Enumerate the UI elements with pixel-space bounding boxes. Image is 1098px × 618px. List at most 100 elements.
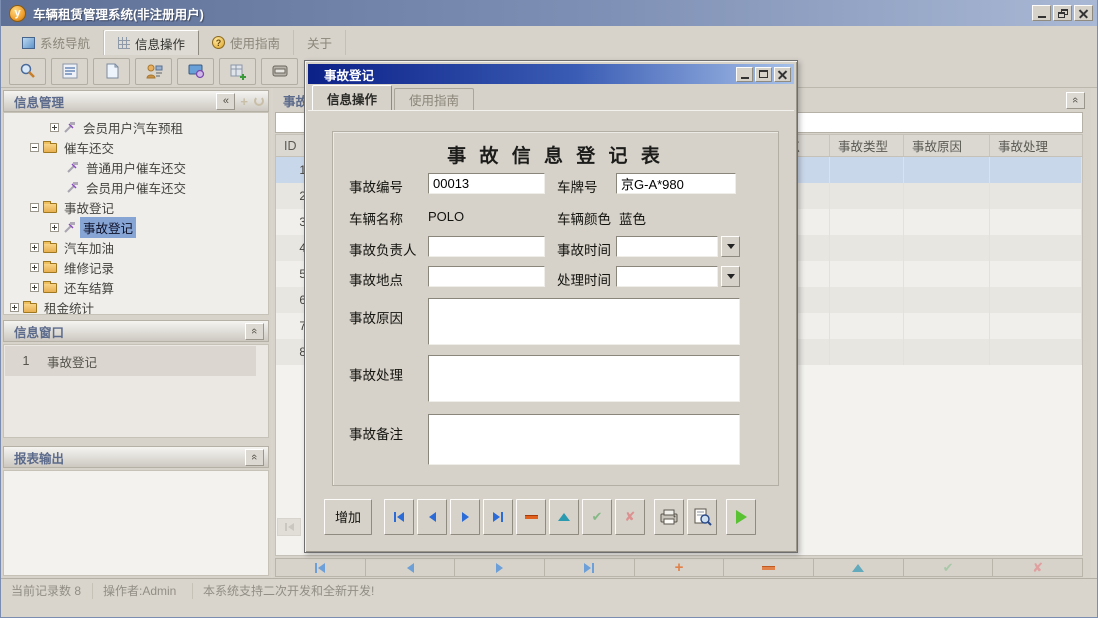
tree-item-label[interactable]: 还车结算	[61, 277, 117, 298]
nav-prev-button[interactable]	[366, 559, 456, 576]
new-document-button[interactable]	[93, 58, 130, 85]
nav-edit-button[interactable]	[814, 559, 904, 576]
status-message: 本系统支持二次开发和全新开发!	[193, 583, 384, 599]
collapse-left-button[interactable]: «	[216, 93, 235, 110]
handling-textarea[interactable]	[428, 355, 740, 402]
expand-icon[interactable]	[30, 243, 39, 252]
tree-item[interactable]: 汽车加油	[4, 237, 268, 257]
minimize-button[interactable]	[1032, 5, 1051, 21]
collapse-minus-icon[interactable]	[30, 143, 39, 152]
delete-record-button[interactable]	[516, 499, 546, 535]
tree-item-label[interactable]: 租金统计	[41, 297, 97, 316]
last-record-button[interactable]	[483, 499, 513, 535]
collapse-minus-icon[interactable]	[30, 203, 39, 212]
tree-item-label[interactable]: 维修记录	[61, 257, 117, 278]
prev-record-button[interactable]	[417, 499, 447, 535]
cause-textarea[interactable]	[428, 298, 740, 345]
tree-item-label[interactable]: 会员用户汽车预租	[80, 117, 186, 138]
nav-last-button[interactable]	[545, 559, 635, 576]
tree-item[interactable]: 会员用户汽车预租	[4, 117, 268, 137]
add-button[interactable]: 增加	[324, 499, 372, 535]
tree-item-label[interactable]: 催车还交	[61, 137, 117, 158]
nav-cancel-button[interactable]: ✘	[993, 559, 1082, 576]
info-window-row[interactable]: 1 事故登记	[5, 346, 256, 376]
nav-next-button[interactable]	[455, 559, 545, 576]
delete-record-icon	[525, 515, 538, 519]
close-button[interactable]	[1074, 5, 1093, 21]
operator: 操作者:Admin	[93, 583, 193, 599]
folder-icon	[23, 303, 37, 313]
monitor-search-button[interactable]	[177, 58, 214, 85]
column-header[interactable]: 事故类型	[830, 135, 904, 156]
form-title: 事 故 信 息 登 记 表	[333, 141, 778, 168]
dialog-tab-user-guide[interactable]: 使用指南	[394, 88, 474, 110]
collapse-up-button[interactable]: «	[245, 449, 264, 466]
collapse-up-button[interactable]: «	[245, 323, 264, 340]
dialog-maximize-button[interactable]	[755, 67, 772, 82]
dialog-minimize-button[interactable]	[736, 67, 753, 82]
post-record-button[interactable]: ✔	[582, 499, 612, 535]
location-label: 事故地点	[349, 269, 403, 289]
user-report-button[interactable]	[135, 58, 172, 85]
tree-item-label[interactable]: 汽车加油	[61, 237, 117, 258]
plate-no-input[interactable]	[616, 173, 736, 194]
print-button[interactable]	[654, 499, 684, 535]
next-record-button[interactable]	[450, 499, 480, 535]
expand-icon[interactable]	[10, 303, 19, 312]
tree-item-label[interactable]: 事故登记	[80, 217, 136, 238]
table-add-button[interactable]	[219, 58, 256, 85]
handle-time-dropdown-button[interactable]	[721, 266, 740, 287]
preview-button[interactable]	[687, 499, 717, 535]
vehicle-name-label: 车辆名称	[349, 208, 403, 228]
app-logo-icon: y	[9, 5, 26, 22]
expand-icon[interactable]	[30, 283, 39, 292]
column-header[interactable]: 事故原因	[904, 135, 990, 156]
responsible-input[interactable]	[428, 236, 545, 257]
tree-item[interactable]: 还车结算	[4, 277, 268, 297]
tree-item-selected[interactable]: 事故登记	[4, 217, 268, 237]
accident-no-input[interactable]	[428, 173, 545, 194]
post-record-icon: ✔	[943, 561, 954, 574]
accident-time-dropdown-button[interactable]	[721, 236, 740, 257]
dialog-close-button[interactable]	[774, 67, 791, 82]
remark-textarea[interactable]	[428, 414, 740, 465]
tab-info-operation[interactable]: 信息操作	[104, 30, 199, 55]
window-title: 车辆租赁管理系统(非注册用户)	[33, 4, 1030, 23]
tree-item[interactable]: 普通用户催车还交	[4, 157, 268, 177]
dialog-tab-info-operation[interactable]: 信息操作	[312, 85, 392, 110]
tree-item[interactable]: 催车还交	[4, 137, 268, 157]
tree-item[interactable]: 事故登记	[4, 197, 268, 217]
expand-icon[interactable]	[50, 123, 59, 132]
restore-button[interactable]	[1053, 5, 1072, 21]
tab-system-nav[interactable]: 系统导航	[9, 30, 104, 55]
handle-time-input[interactable]	[616, 266, 718, 287]
tree-item[interactable]: 会员用户催车还交	[4, 177, 268, 197]
expand-icon[interactable]	[50, 223, 59, 232]
form-view-button[interactable]	[51, 58, 88, 85]
tree-item-label[interactable]: 普通用户催车还交	[83, 157, 189, 178]
nav-insert-button[interactable]: +	[635, 559, 725, 576]
search-button[interactable]	[9, 58, 46, 85]
row-number: 1	[5, 354, 47, 368]
column-header[interactable]: 事故处理	[990, 135, 1082, 156]
run-button[interactable]	[726, 499, 756, 535]
accident-time-input[interactable]	[616, 236, 718, 257]
edit-record-button[interactable]	[549, 499, 579, 535]
tab-user-guide[interactable]: ? 使用指南	[199, 30, 294, 55]
nav-delete-button[interactable]	[724, 559, 814, 576]
nav-first-button[interactable]	[276, 559, 366, 576]
tab-about[interactable]: 关于	[294, 30, 346, 55]
tree-item[interactable]: 租金统计	[4, 297, 268, 315]
tab-label: 关于	[307, 33, 332, 52]
tree-item[interactable]: 维修记录	[4, 257, 268, 277]
expand-icon[interactable]	[30, 263, 39, 272]
card-button[interactable]	[261, 58, 298, 85]
location-input[interactable]	[428, 266, 545, 287]
tree-item-label[interactable]: 会员用户催车还交	[83, 177, 189, 198]
first-record-button[interactable]	[384, 499, 414, 535]
nav-post-button[interactable]: ✔	[904, 559, 994, 576]
collapse-up-button[interactable]: «	[1066, 92, 1085, 109]
cancel-record-button[interactable]: ✘	[615, 499, 645, 535]
preview-icon	[693, 508, 712, 526]
tree-item-label[interactable]: 事故登记	[61, 197, 117, 218]
